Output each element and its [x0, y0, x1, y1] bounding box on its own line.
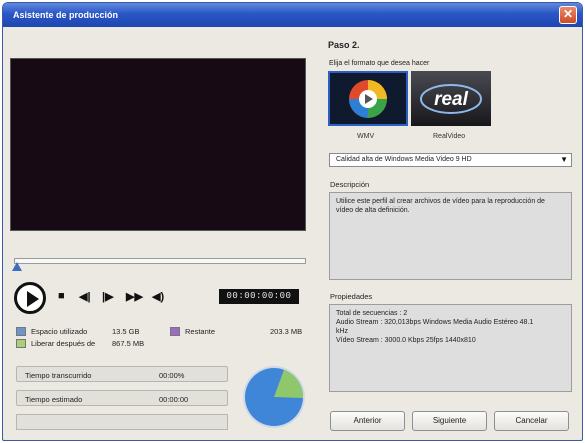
- free-after-row: Liberar después de 867.5 MB: [16, 338, 156, 349]
- free-after-swatch: [16, 339, 26, 348]
- elapsed-value: 00:00%: [159, 371, 185, 380]
- estimated-label: Tiempo estimado: [25, 395, 83, 404]
- description-line: Utilice este perfil al crear archivos de…: [336, 198, 545, 205]
- format-wmv-label: WMV: [357, 133, 375, 140]
- fast-forward-icon[interactable]: ▶▶: [126, 290, 143, 303]
- back-button[interactable]: Anterior: [330, 411, 405, 431]
- chevron-down-icon: ▼: [560, 155, 568, 164]
- player-controls: ■ ◀| |▶ ▶▶ ◀): [14, 280, 174, 314]
- properties-line: Audio Stream : 320,013bps Windows Media …: [336, 319, 534, 326]
- timeline-thumb[interactable]: [12, 262, 22, 271]
- step-title: Paso 2.: [328, 40, 360, 50]
- properties-line: kHz: [336, 328, 349, 335]
- play-icon: [27, 291, 39, 307]
- elapsed-time-box: Tiempo transcurrido 00:00%: [16, 366, 228, 382]
- estimated-value: 00:00:00: [159, 395, 189, 404]
- timeline-slider[interactable]: [14, 258, 306, 264]
- free-after-label: Liberar después de: [31, 339, 96, 348]
- estimated-time-box: Tiempo estimado 00:00:00: [16, 390, 228, 406]
- properties-box: Total de secuencias : 2 Audio Stream : 3…: [329, 304, 572, 392]
- properties-line: Vídeo Stream : 3000.0 Kbps 25fps 1440x81…: [336, 337, 476, 344]
- space-used-row: Espacio utilizado 13.5 GB: [16, 326, 156, 337]
- play-button[interactable]: [14, 282, 46, 314]
- properties-line: Total de secuencias : 2: [336, 310, 408, 317]
- remaining-swatch: [170, 327, 180, 336]
- wmv-logo-icon: [349, 80, 387, 118]
- used-value: 13.5 GB: [112, 327, 140, 336]
- format-wmv-button[interactable]: [328, 71, 408, 126]
- description-box: Utilice este perfil al crear archivos de…: [329, 192, 572, 280]
- close-button[interactable]: ✕: [559, 6, 577, 24]
- step-hint: Elija el formato que desea hacer: [329, 60, 430, 67]
- description-line: vídeo de alta definición.: [336, 207, 410, 214]
- properties-label: Propiedades: [330, 292, 373, 301]
- format-realvideo-label: RealVideo: [433, 133, 466, 140]
- remaining-label: Restante: [185, 327, 216, 336]
- prev-frame-icon[interactable]: ◀|: [79, 290, 91, 303]
- real-logo-icon: real: [420, 84, 482, 114]
- remaining-value: 203.3 MB: [270, 327, 303, 336]
- remaining-row: Restante 203.3 MB: [170, 326, 306, 337]
- real-logo-text: real: [434, 89, 469, 110]
- next-frame-icon[interactable]: |▶: [102, 290, 114, 303]
- format-realvideo-button[interactable]: real: [411, 71, 491, 126]
- volume-icon[interactable]: ◀): [152, 290, 164, 303]
- quality-selected: Calidad alta de Windows Media Video 9 HD: [336, 156, 472, 163]
- elapsed-label: Tiempo transcurrido: [25, 371, 92, 380]
- used-label: Espacio utilizado: [31, 327, 88, 336]
- free-after-value: 867.5 MB: [112, 339, 145, 348]
- stop-icon[interactable]: ■: [58, 290, 65, 302]
- description-label: Descripción: [330, 180, 370, 189]
- disk-space-pie: [243, 366, 305, 428]
- quality-dropdown[interactable]: Calidad alta de Windows Media Video 9 HD…: [329, 153, 572, 167]
- title-bar: Asistente de producción: [3, 3, 582, 27]
- timecode-display: 00:00:00:00: [219, 289, 299, 304]
- cancel-button[interactable]: Cancelar: [494, 411, 569, 431]
- next-button[interactable]: Siguiente: [412, 411, 487, 431]
- window-title: Asistente de producción: [13, 10, 119, 20]
- close-icon: ✕: [562, 7, 574, 21]
- progress-box: [16, 414, 228, 430]
- used-swatch: [16, 327, 26, 336]
- video-preview: [10, 58, 306, 231]
